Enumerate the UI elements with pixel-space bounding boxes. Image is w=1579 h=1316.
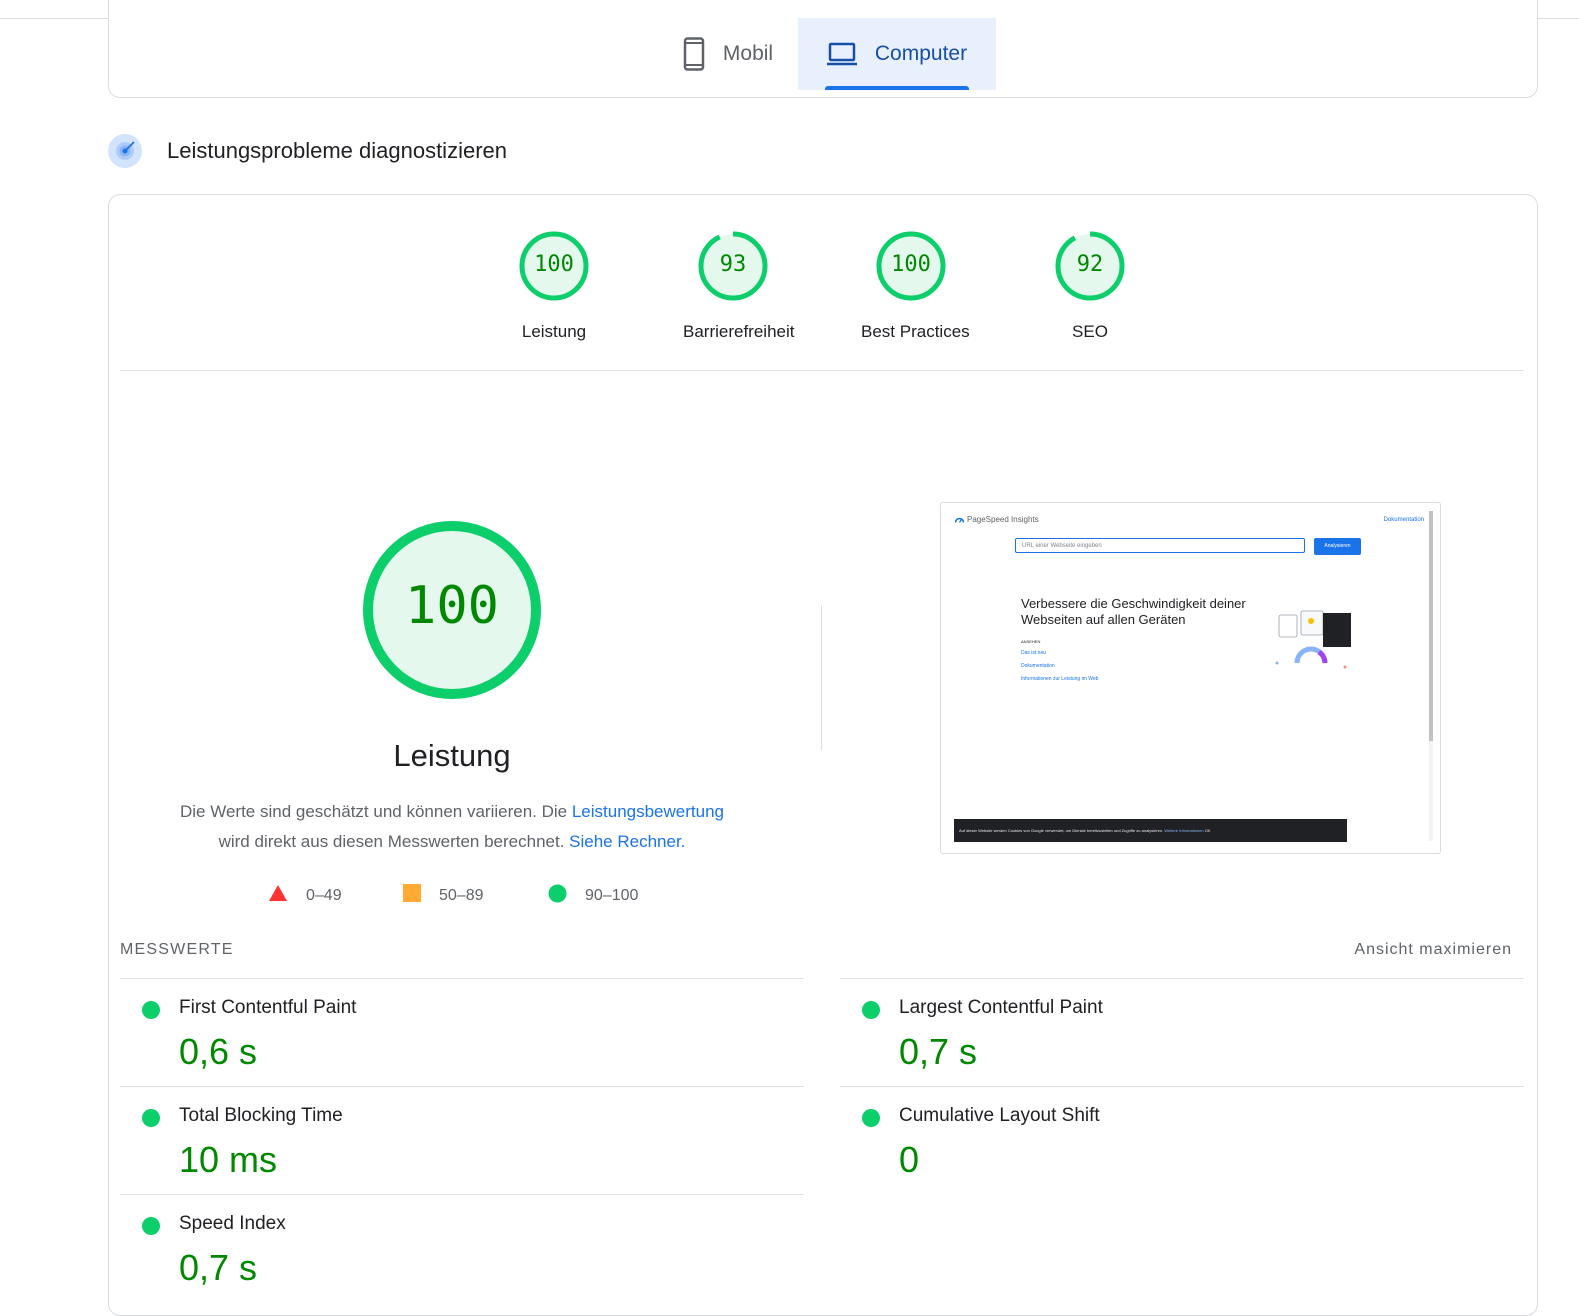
gauge-label: Leistung: [521, 322, 587, 341]
legend-average: 50–89: [403, 884, 484, 907]
laptop-icon: [826, 42, 857, 66]
metrics-title: MESSWERTE: [120, 941, 234, 958]
gauge-score: 100: [891, 252, 931, 277]
pass-circle-icon: [142, 1217, 160, 1235]
section-title: Leistungsprobleme diagnostizieren: [167, 138, 507, 163]
gauge-label: Barrierefreiheit: [683, 322, 795, 341]
metric-si: Speed Index 0,7 s: [120, 1194, 804, 1303]
square-icon: [403, 884, 421, 907]
desc-text: Die Werte sind geschätzt und können vari…: [179, 802, 572, 821]
circle-icon: [548, 884, 567, 908]
divider: [120, 370, 1524, 371]
thumb-link: Dokumentation: [1021, 663, 1055, 669]
thumb-headline: Verbessere die Geschwindigkeit deiner We…: [1021, 596, 1246, 627]
metric-value: 0,6 s: [179, 1031, 258, 1072]
pass-circle-icon: [862, 1001, 880, 1019]
thumb-url-input: URL einer Webseite eingeben: [1015, 538, 1305, 553]
gauge-ring: 92: [1054, 230, 1126, 302]
gauge-score: 100: [534, 252, 574, 277]
category-gauge-seo[interactable]: 92 SEO: [1040, 230, 1140, 342]
gauge-score: 92: [1076, 252, 1104, 277]
legend-fail: 0–49: [268, 884, 342, 907]
pass-circle-icon: [862, 1109, 880, 1127]
gauge-ring: 93: [697, 230, 769, 302]
desc-text: wird direkt aus diesen Messwerten berech…: [218, 832, 570, 851]
pass-circle-icon: [142, 1001, 160, 1019]
category-gauge-performance[interactable]: 100 Leistung: [504, 230, 604, 342]
metric-label: Cumulative Layout Shift: [899, 1105, 1100, 1126]
thumb-brand: PageSpeed Insights: [955, 515, 1039, 524]
final-screenshot: PageSpeed Insights Dokumentation URL ein…: [940, 502, 1441, 854]
metric-label: Speed Index: [179, 1213, 286, 1234]
gauge-score: 93: [719, 252, 747, 277]
thumb-brand-text: PageSpeed Insights: [967, 515, 1039, 524]
active-tab-indicator: [825, 86, 969, 90]
smartphone-icon: [683, 37, 705, 71]
legend-range: 90–100: [585, 887, 639, 904]
cookie-text: Auf dieser Website werden Cookies von Go…: [959, 828, 1164, 833]
calculator-link[interactable]: Siehe Rechner.: [569, 832, 685, 851]
thumb-small-label: ANSEHEN: [1021, 639, 1041, 644]
thumb-cookie-banner: Auf dieser Website werden Cookies von Go…: [954, 819, 1347, 842]
metric-label: Total Blocking Time: [179, 1105, 343, 1126]
metric-lcp: Largest Contentful Paint 0,7 s: [840, 978, 1524, 1087]
performance-score-gauge: 100: [362, 520, 542, 700]
thumb-doc-link: Dokumentation: [1383, 517, 1424, 523]
tab-desktop-label: Computer: [874, 42, 968, 65]
legend-pass: 90–100: [548, 884, 638, 908]
tab-mobile-label: Mobil: [722, 42, 774, 65]
vertical-divider: [821, 605, 822, 750]
gauge-ring: 100: [875, 230, 947, 302]
metric-label: Largest Contentful Paint: [899, 997, 1103, 1018]
pass-circle-icon: [142, 1109, 160, 1127]
category-gauge-best-practices[interactable]: 100 Best Practices: [861, 230, 970, 342]
diagnostics-target-icon: [108, 134, 142, 168]
performance-title: Leistung: [393, 738, 511, 773]
cookie-more-link: Weitere Informationen: [1164, 828, 1204, 833]
thumb-link: Das ist neu: [1021, 650, 1047, 656]
tab-mobile[interactable]: Mobil: [660, 18, 796, 90]
metric-fcp: First Contentful Paint 0,6 s: [120, 978, 804, 1087]
thumb-illustration: [1271, 603, 1361, 678]
thumb-scrollbar: [1429, 511, 1433, 841]
legend-range: 50–89: [439, 886, 484, 904]
expand-view-toggle[interactable]: Ansicht maximieren: [1354, 941, 1512, 959]
metric-value: 0: [899, 1139, 920, 1180]
performance-score: 100: [405, 576, 499, 636]
category-gauge-accessibility[interactable]: 93 Barrierefreiheit: [683, 230, 795, 342]
metric-cls: Cumulative Layout Shift 0: [840, 1086, 1524, 1195]
tab-desktop[interactable]: Computer: [798, 18, 996, 90]
pagespeed-logo-icon: [955, 517, 964, 523]
cookie-ok: OK: [1204, 828, 1211, 833]
performance-description: Die Werte sind geschätzt und können vari…: [152, 797, 752, 857]
gauge-ring: 100: [518, 230, 590, 302]
metric-label: First Contentful Paint: [179, 997, 357, 1018]
gauge-label: Best Practices: [861, 322, 970, 341]
scoring-link[interactable]: Leistungsbewertung: [572, 802, 724, 821]
metric-value: 10 ms: [179, 1139, 278, 1180]
thumb-analyze-button: Analysieren: [1314, 538, 1361, 555]
metric-value: 0,7 s: [179, 1247, 258, 1288]
legend-range: 0–49: [306, 886, 342, 904]
metric-value: 0,7 s: [899, 1031, 978, 1072]
thumb-link: Informationen zur Leistung im Web: [1021, 676, 1099, 682]
triangle-icon: [268, 884, 288, 907]
metric-tbt: Total Blocking Time 10 ms: [120, 1086, 804, 1195]
gauge-label: SEO: [1072, 322, 1108, 341]
